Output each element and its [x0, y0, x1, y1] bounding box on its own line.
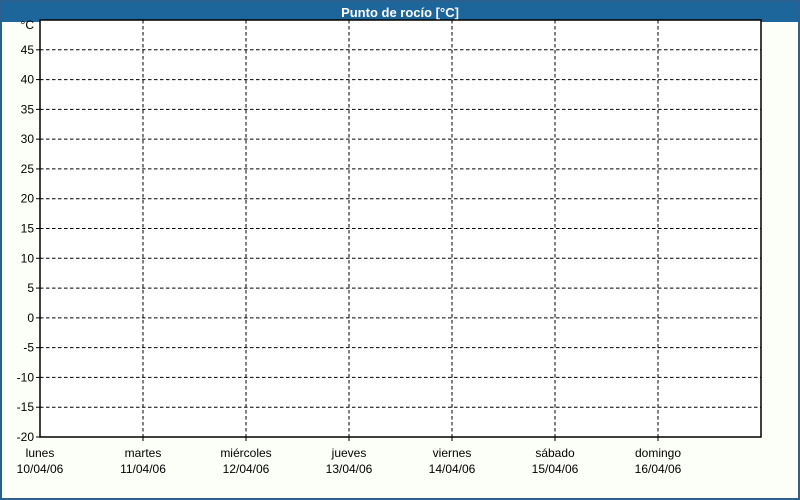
x-date-label: 11/04/06 — [120, 462, 166, 476]
x-day-label: viernes — [433, 446, 472, 460]
y-tick-label: 15 — [21, 222, 35, 236]
x-day-label: miércoles — [220, 446, 271, 460]
x-day-label: domingo — [635, 446, 681, 460]
x-date-label: 10/04/06 — [17, 462, 64, 476]
y-tick-label: 35 — [21, 102, 35, 116]
x-date-label: 16/04/06 — [635, 462, 682, 476]
y-tick-label: 5 — [27, 281, 34, 295]
y-tick-label: -20 — [17, 430, 35, 444]
x-day-label: martes — [125, 446, 162, 460]
x-day-label: lunes — [26, 446, 55, 460]
x-date-label: 15/04/06 — [532, 462, 579, 476]
y-tick-label: 45 — [21, 43, 35, 57]
x-day-label: sábado — [535, 446, 575, 460]
x-day-label: jueves — [331, 446, 367, 460]
y-tick-label: -10 — [17, 370, 35, 384]
y-tick-label: 25 — [21, 162, 35, 176]
y-tick-label: 10 — [21, 251, 35, 265]
chart-window: Punto de rocío [°C] 45 40 35 30 25 20 15 10 5 0 -5… — [0, 0, 800, 500]
y-tick-label: 40 — [21, 73, 35, 87]
y-tick-label: -5 — [23, 341, 34, 355]
y-tick-label: -15 — [17, 400, 35, 414]
x-date-label: 12/04/06 — [223, 462, 270, 476]
y-tick-label: 30 — [21, 132, 35, 146]
y-axis-unit-label: °C — [21, 18, 35, 32]
y-tick-label: 0 — [27, 311, 34, 325]
dew-point-chart: 45 40 35 30 25 20 15 10 5 0 -5 -10 -15 -20 °C lunes 10/0… — [17, 18, 762, 476]
y-tick-label: 20 — [21, 192, 35, 206]
x-date-label: 14/04/06 — [429, 462, 476, 476]
x-date-label: 13/04/06 — [326, 462, 373, 476]
